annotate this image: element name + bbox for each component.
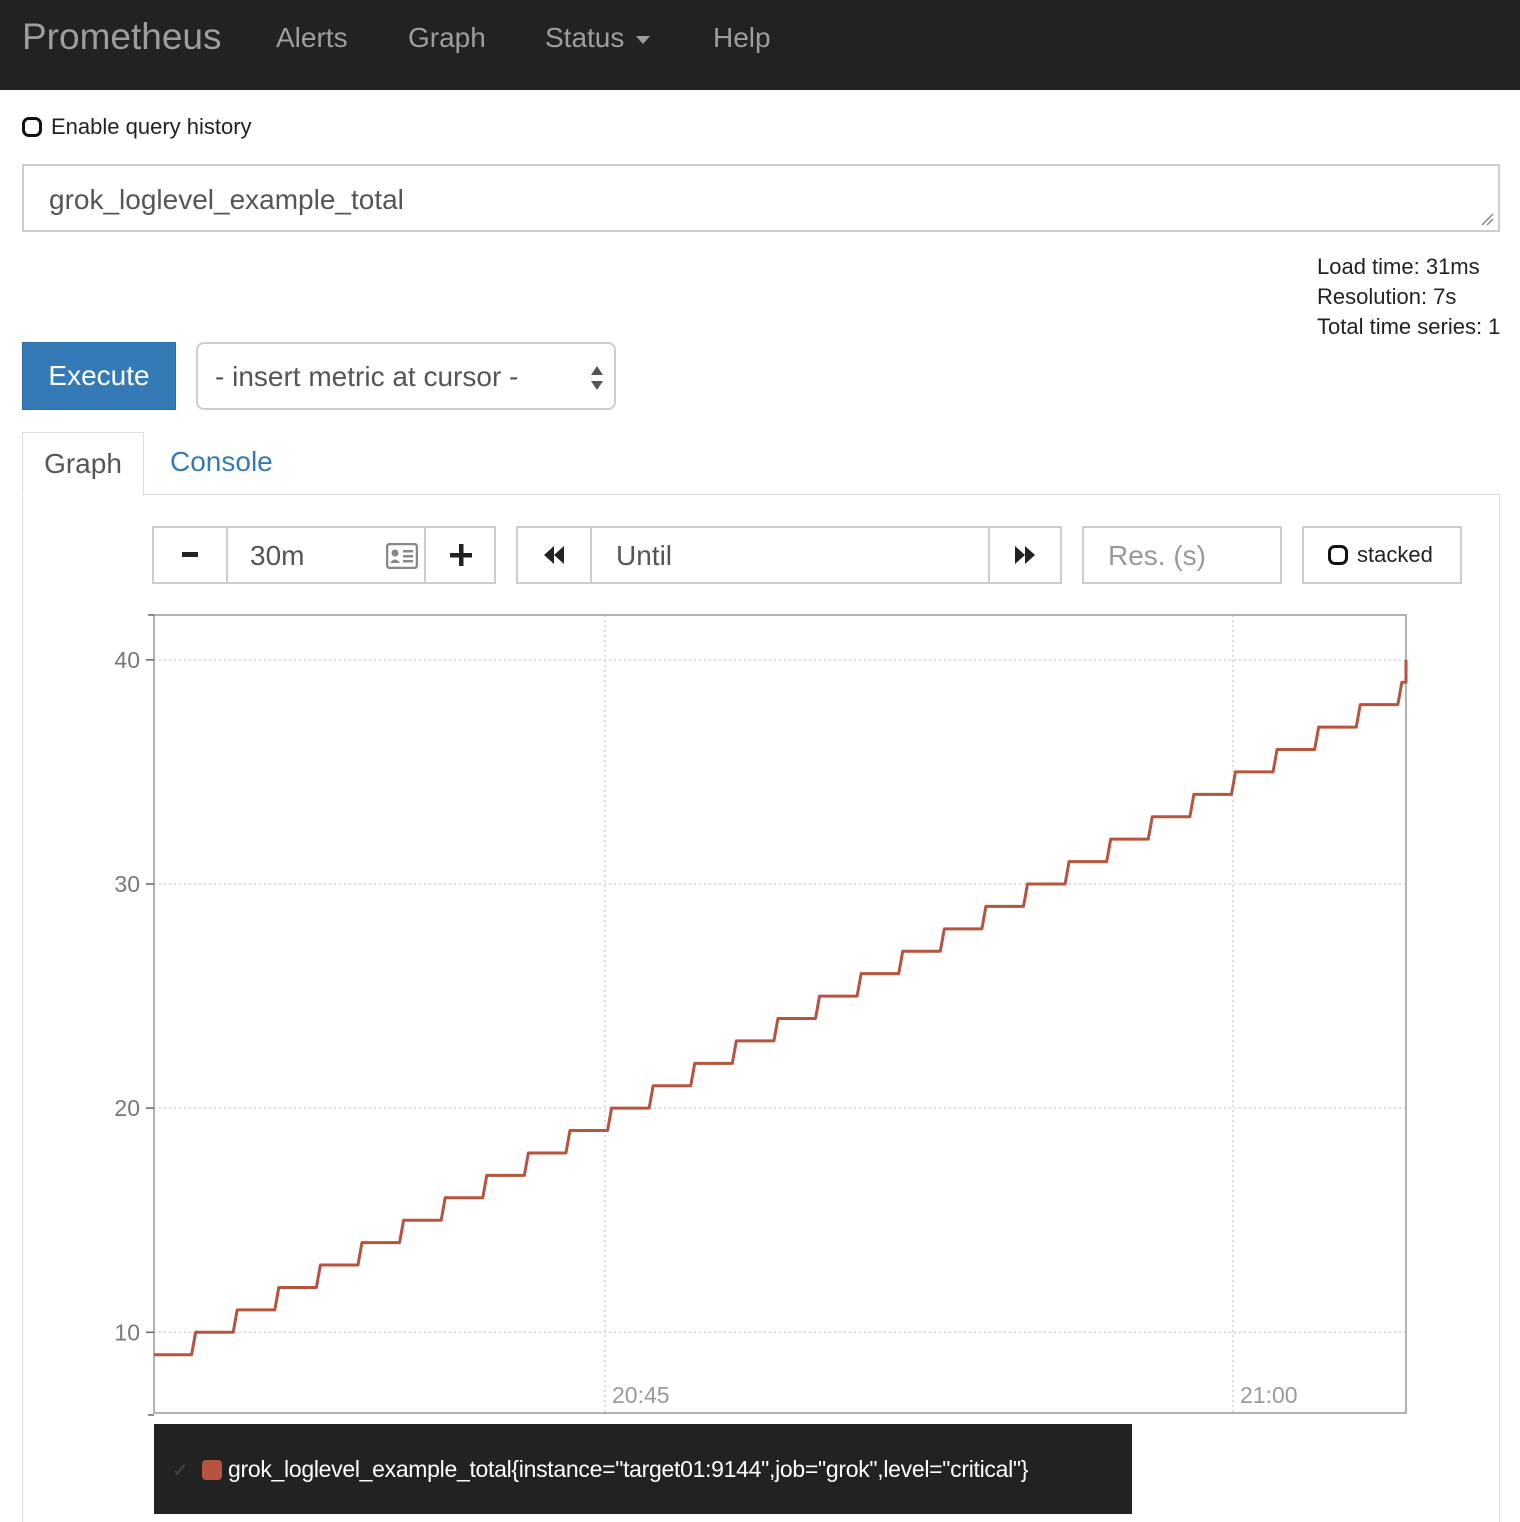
fast-forward-icon: [1015, 546, 1035, 564]
execute-button[interactable]: Execute: [22, 342, 176, 410]
divider: [590, 528, 592, 582]
check-icon: ✓: [172, 1460, 189, 1482]
tab-console[interactable]: Console: [170, 446, 273, 478]
history-checkbox[interactable]: [22, 117, 42, 137]
history-label: Enable query history: [51, 114, 252, 139]
time-back-button[interactable]: [518, 528, 590, 582]
query-stats: Load time: 31ms Resolution: 7s Total tim…: [1317, 252, 1500, 342]
range-decrease-button[interactable]: [154, 528, 226, 582]
range-increase-button[interactable]: [426, 528, 496, 582]
nav-status-label: Status: [545, 22, 625, 53]
select-arrows-icon: [591, 366, 603, 390]
caret-down-icon: [636, 35, 651, 44]
id-card-icon: [386, 543, 418, 569]
nav-help[interactable]: Help: [713, 22, 771, 54]
resolution-input[interactable]: Res. (s): [1082, 526, 1282, 584]
stacked-toggle[interactable]: stacked: [1302, 526, 1462, 584]
plus-icon: [450, 544, 472, 566]
series-legend: ✓ grok_loglevel_example_total{instance="…: [154, 1424, 1132, 1514]
stacked-checkbox[interactable]: [1328, 545, 1348, 565]
tab-graph[interactable]: Graph: [22, 432, 144, 496]
range-control: 30m: [152, 526, 496, 584]
range-input[interactable]: 30m: [250, 540, 304, 572]
end-time-input[interactable]: Until: [616, 540, 672, 572]
expression-text: grok_loglevel_example_total: [49, 184, 404, 215]
stacked-label: stacked: [1357, 542, 1433, 567]
time-forward-button[interactable]: [990, 528, 1060, 582]
fast-backward-icon: [544, 546, 564, 564]
metric-select-value: - insert metric at cursor -: [215, 361, 519, 392]
metric-select[interactable]: - insert metric at cursor -: [196, 342, 616, 410]
query-history-toggle[interactable]: Enable query history: [22, 112, 252, 142]
resize-grip-icon[interactable]: [1480, 212, 1494, 226]
nav-status[interactable]: Status: [545, 22, 651, 54]
end-time-control: Until: [516, 526, 1062, 584]
expression-input[interactable]: grok_loglevel_example_total: [22, 164, 1500, 232]
resolution-stat: Resolution: 7s: [1317, 284, 1457, 309]
nav-alerts[interactable]: Alerts: [276, 22, 348, 54]
load-time: Load time: 31ms: [1317, 254, 1480, 279]
total-series-stat: Total time series: 1: [1317, 314, 1501, 339]
resolution-placeholder: Res. (s): [1108, 540, 1206, 571]
legend-series-label[interactable]: grok_loglevel_example_total{instance="ta…: [228, 1456, 1028, 1483]
nav-graph[interactable]: Graph: [408, 22, 486, 54]
divider: [226, 528, 228, 582]
minus-icon: [182, 552, 198, 557]
graph-panel: [22, 495, 1500, 1522]
series-color-swatch: [202, 1460, 222, 1480]
navbar: Prometheus Alerts Graph Status Help: [0, 0, 1520, 90]
brand-link[interactable]: Prometheus: [22, 16, 222, 58]
